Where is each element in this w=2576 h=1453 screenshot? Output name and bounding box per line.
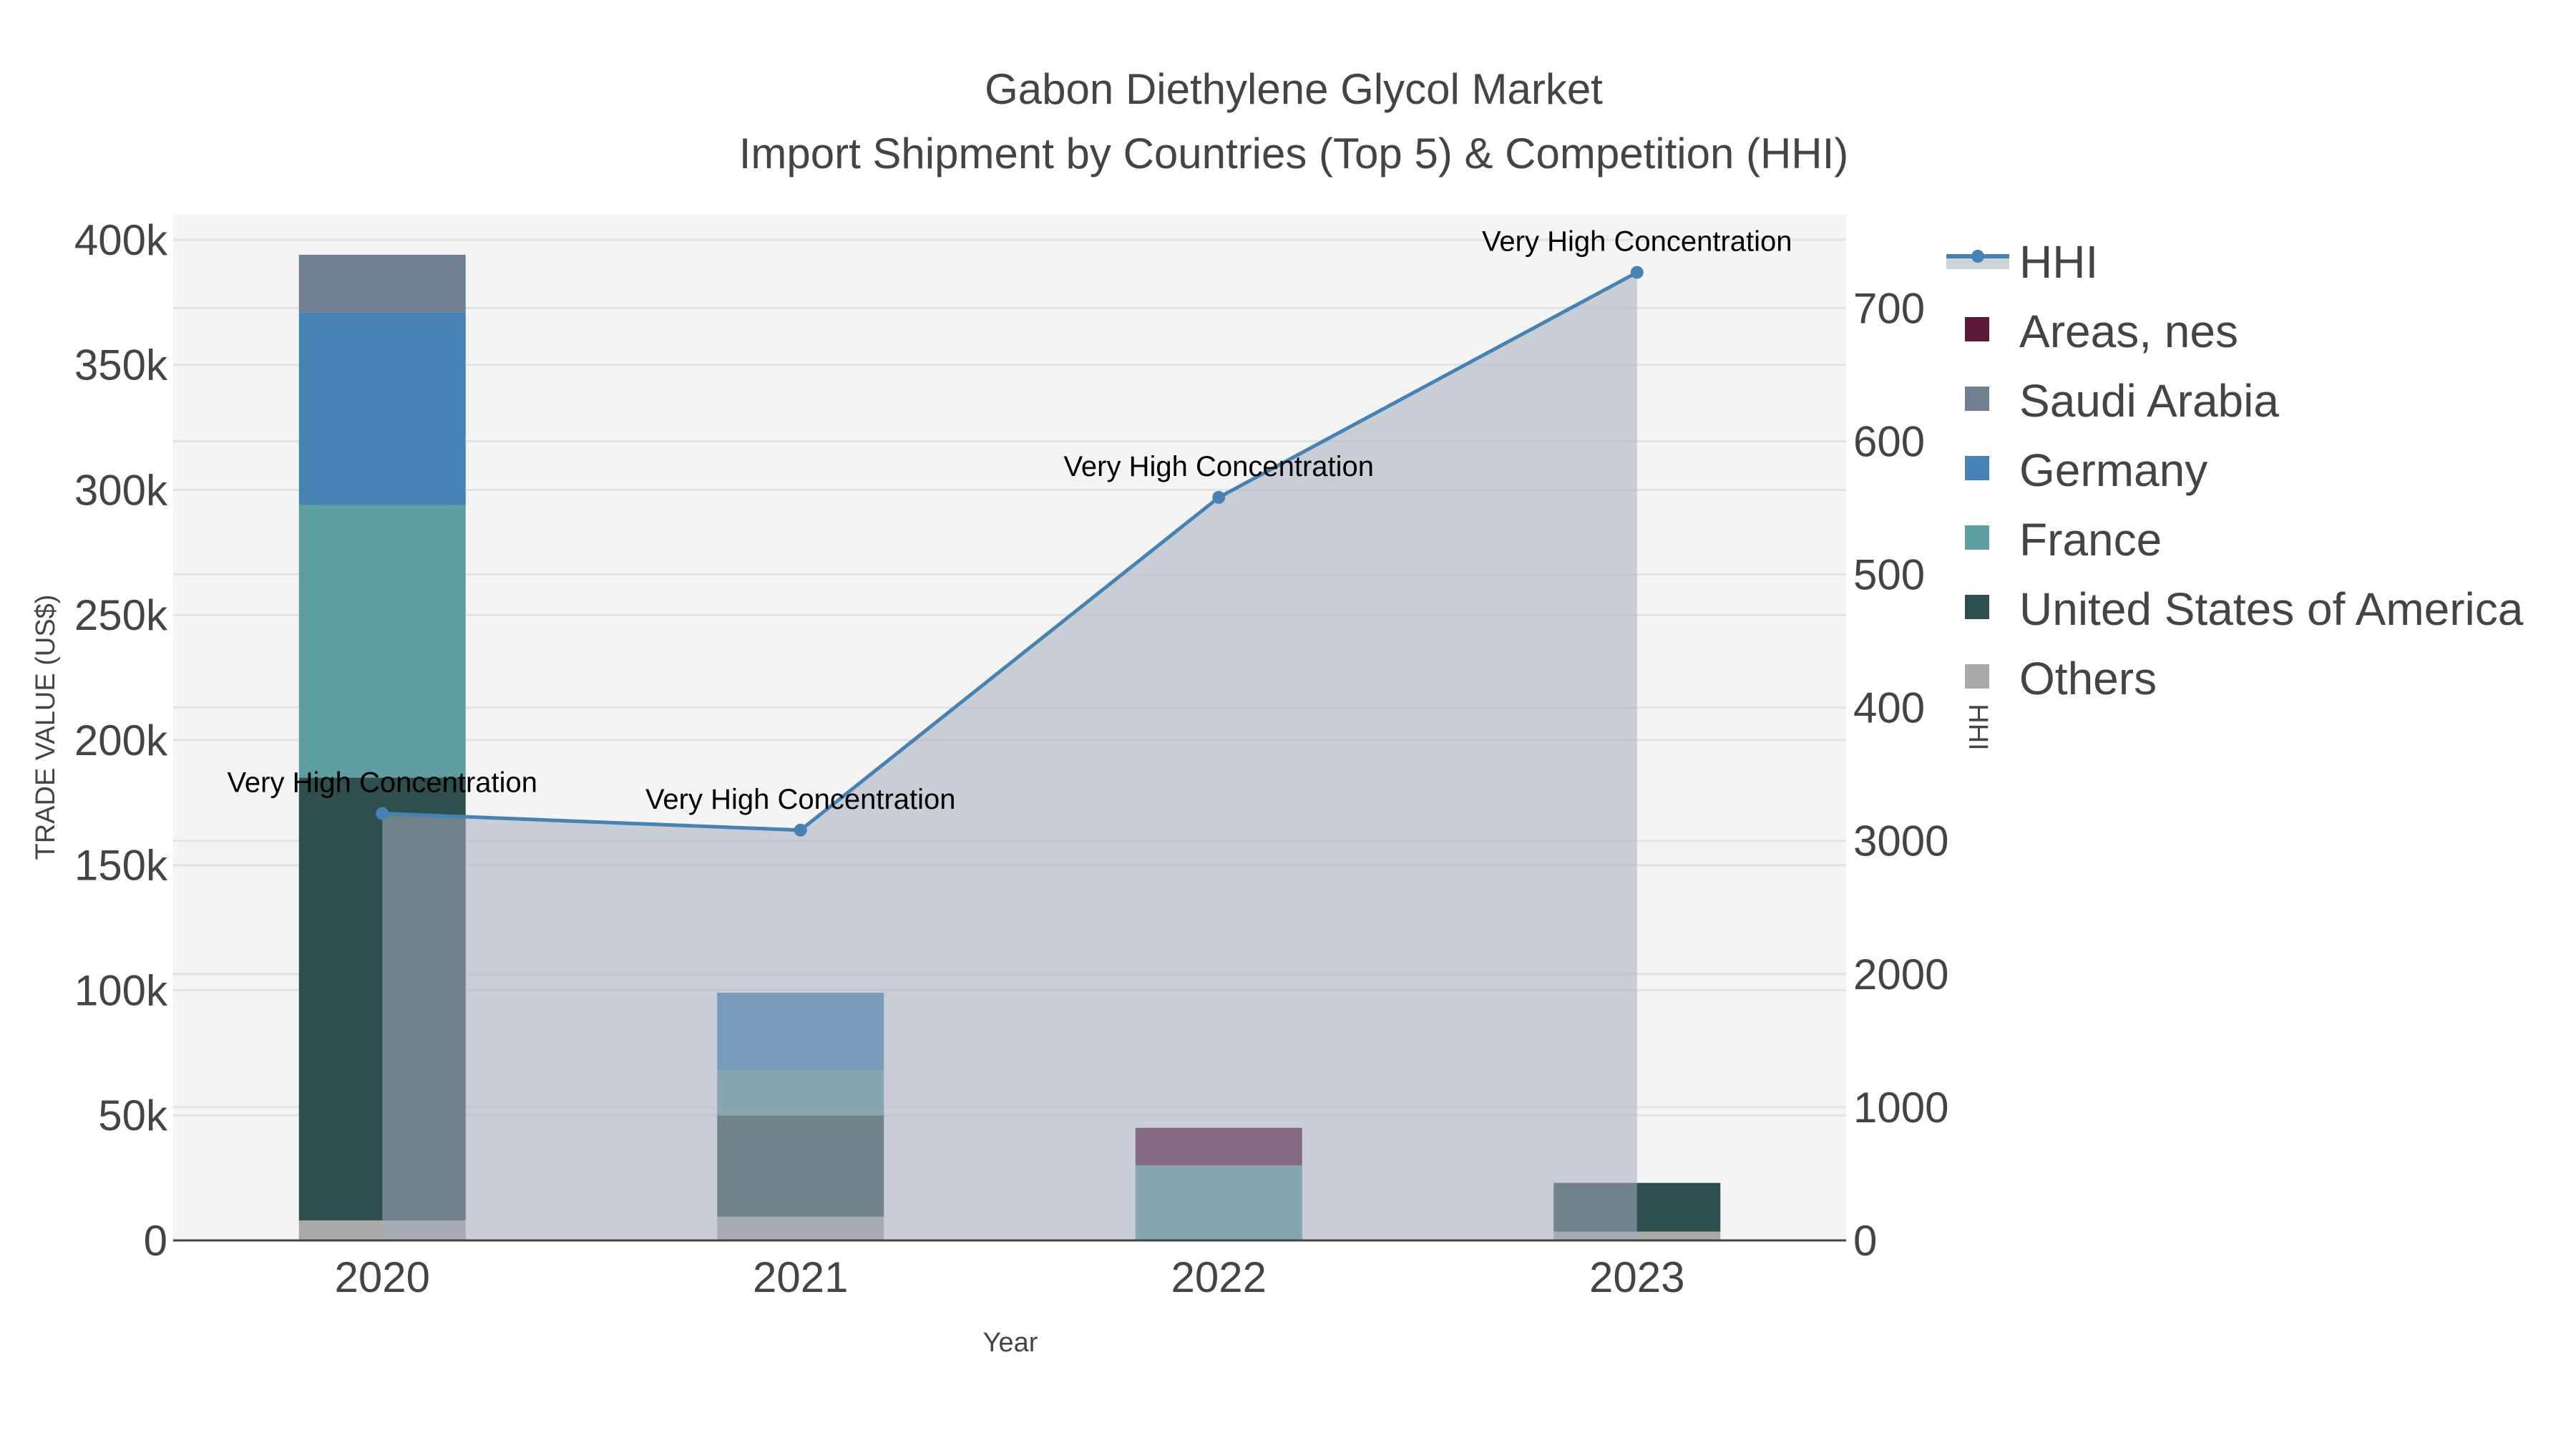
y-tick-label: 0 (144, 1217, 167, 1265)
chart: Gabon Diethylene Glycol Market Import Sh… (31, 65, 2524, 1358)
legend-label: Germany (2019, 444, 2207, 496)
y-tick-label: 200k (74, 716, 168, 764)
legend-swatch (1965, 595, 1989, 619)
hhi-annotation: Very High Concentration (1063, 451, 1374, 482)
hhi-annotation: Very High Concentration (227, 767, 537, 799)
y2-tick-label: 400 (1853, 684, 1925, 732)
hhi-point-2023 (1630, 266, 1644, 279)
chart-title: Gabon Diethylene Glycol Market (985, 65, 1603, 113)
y-tick-label: 250k (74, 591, 168, 639)
hhi-point-2022 (1212, 490, 1226, 504)
legend-label: HHI (2019, 236, 2098, 288)
x-tick-label: 2021 (753, 1253, 848, 1301)
y-tick-label: 50k (98, 1092, 168, 1139)
y2-axis-ticks: 0 1000 2000 3000 400 500 600 700 (1853, 284, 1948, 1265)
y-axis-ticks: 0 50k 100k 150k 200k 250k 300k 350k 400k (74, 216, 168, 1265)
legend-label: United States of America (2019, 583, 2524, 635)
legend-swatch (1965, 525, 1989, 550)
legend-label: France (2019, 514, 2162, 565)
y2-tick-label: 1000 (1853, 1084, 1948, 1132)
y-tick-label: 350k (74, 341, 168, 389)
x-tick-label: 2022 (1171, 1253, 1267, 1301)
x-tick-label: 2020 (335, 1253, 430, 1301)
legend-label: Areas, nes (2019, 306, 2238, 357)
y2-axis-title: HHI (1963, 704, 1993, 750)
hhi-annotation: Very High Concentration (645, 784, 956, 815)
y-tick-label: 100k (74, 966, 168, 1014)
legend: HHI Areas, nes Saudi Arabia Germany France Un… (1946, 236, 2524, 704)
legend-swatch (1965, 387, 1989, 411)
legend-swatch (1965, 317, 1989, 341)
y2-tick-label: 700 (1853, 284, 1925, 332)
hhi-point-2021 (794, 823, 807, 837)
y2-tick-label: 0 (1853, 1217, 1877, 1265)
x-axis-title: Year (983, 1328, 1038, 1358)
x-tick-label: 2023 (1589, 1253, 1684, 1301)
y-tick-label: 150k (74, 842, 168, 890)
y2-tick-label: 600 (1853, 417, 1925, 465)
y2-tick-label: 3000 (1853, 817, 1948, 865)
bar-germany-2020 (298, 312, 466, 505)
y-tick-label: 400k (74, 216, 168, 264)
legend-swatch (1965, 456, 1989, 480)
y2-tick-label: 500 (1853, 550, 1925, 598)
y-axis-title: TRADE VALUE (US$) (31, 595, 61, 860)
legend-label: Saudi Arabia (2019, 375, 2279, 427)
y2-tick-label: 2000 (1853, 951, 1948, 998)
legend-label: Others (2019, 653, 2157, 704)
chart-subtitle: Import Shipment by Countries (Top 5) & C… (739, 130, 1849, 178)
legend-swatch (1965, 664, 1989, 689)
x-axis-ticks: 2020 2021 2022 2023 (335, 1253, 1685, 1301)
y-tick-label: 300k (74, 466, 168, 514)
hhi-point-2020 (376, 807, 389, 820)
bar-saudi-arabia-2020 (298, 254, 466, 313)
hhi-annotation: Very High Concentration (1482, 226, 1792, 258)
legend-swatch-hhi-marker (1971, 250, 1984, 263)
bar-france-2020 (298, 505, 466, 778)
